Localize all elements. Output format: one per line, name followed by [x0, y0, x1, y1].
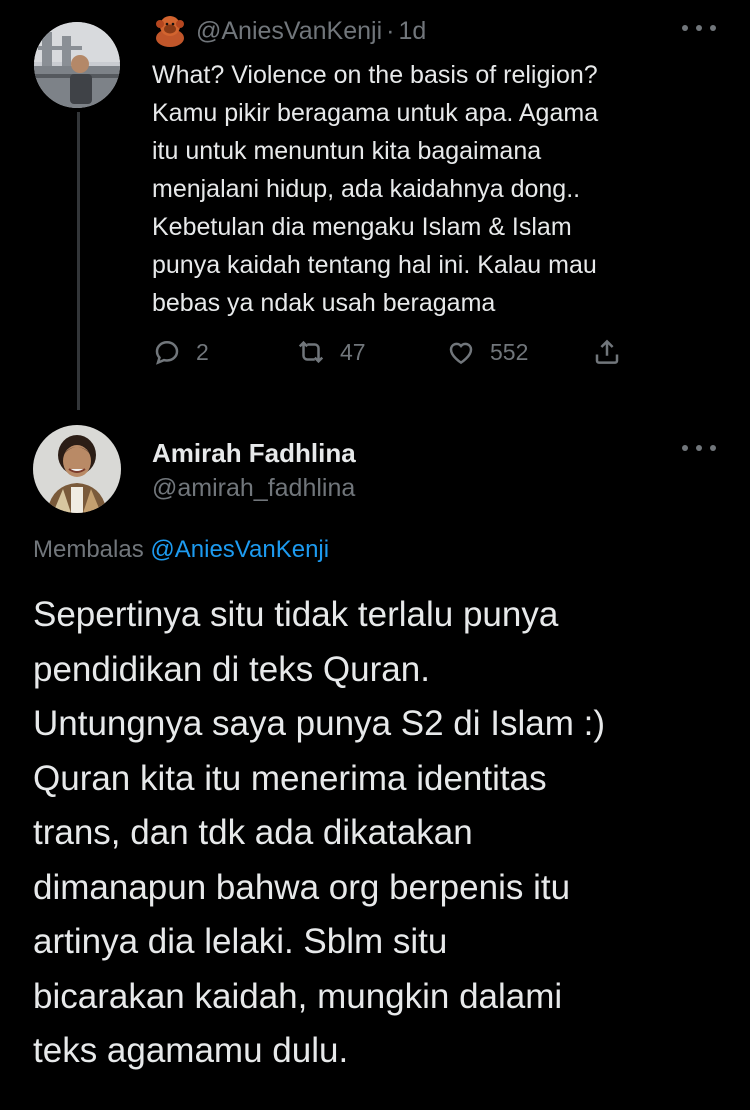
tweet-text-line: artinya dia lelaki. Sblm situ [33, 922, 448, 961]
like-button[interactable]: 552 [446, 330, 528, 374]
retweet-icon [298, 340, 324, 364]
share-icon [595, 339, 619, 364]
avatar[interactable] [34, 22, 120, 108]
reply-count: 2 [196, 338, 209, 365]
orangutan-emoji-icon [152, 14, 188, 48]
tweet-text-line: trans, dan tdk ada dikatakan [33, 813, 473, 852]
timestamp-separator: · [386, 16, 395, 45]
tweet-text-line: bebas ya ndak usah beragama [152, 289, 496, 317]
reply-button[interactable]: 2 [152, 330, 209, 374]
tweet-text-line: Untungnya saya punya S2 di Islam :) [33, 704, 605, 743]
reply-icon [155, 340, 179, 365]
user-handle[interactable]: @amirah_fadhlina [152, 470, 356, 506]
parent-action-bar: 2 47 552 [152, 330, 632, 374]
thread-connector-line [77, 112, 80, 410]
parent-tweet-text: What? Violence on the basis of religion?… [152, 56, 712, 322]
tweet-text-line: Kebetulan dia mengaku Islam & Islam [152, 213, 572, 241]
tweet-text-line: Sepertinya situ tidak terlalu punya [33, 595, 559, 634]
avatar[interactable] [33, 425, 121, 513]
tweet-text-line: What? Violence on the basis of religion? [152, 61, 598, 89]
tweet-text-line: menjalani hidup, ada kaidahnya dong.. [152, 175, 581, 203]
tweet-thread-view: @AniesVanKenji · 1d What? Violence on th… [0, 0, 750, 1110]
reply-prefix: Membalas [33, 536, 144, 563]
heart-icon [449, 342, 473, 365]
avatar-photo-main [33, 425, 121, 513]
reply-mention-link[interactable]: @AniesVanKenji [150, 536, 329, 563]
more-icon [682, 436, 716, 460]
tweet-text-line: itu untuk menuntun kita bagaimana [152, 137, 542, 165]
author-block[interactable]: Amirah Fadhlina @amirah_fadhlina [152, 436, 356, 506]
main-more-button[interactable] [682, 436, 716, 460]
parent-tweet-header: @AniesVanKenji · 1d [152, 12, 426, 50]
main-tweet-text: Sepertinya situ tidak terlalu punya pend… [33, 588, 723, 1079]
retweet-count: 47 [340, 338, 366, 365]
retweet-button[interactable]: 47 [296, 330, 366, 374]
avatar-photo-parent [34, 22, 120, 108]
tweet-text-line: punya kaidah tentang hal ini. Kalau mau [152, 251, 597, 279]
parent-handle[interactable]: @AniesVanKenji [196, 17, 382, 46]
tweet-text-line: Quran kita itu menerima identitas [33, 758, 547, 798]
tweet-text-line: dimanapun bahwa org berpenis itu [33, 867, 571, 907]
tweet-text-line: pendidikan di teks Quran. [33, 649, 430, 689]
share-button[interactable] [592, 330, 622, 374]
like-count: 552 [490, 338, 529, 365]
more-icon [682, 16, 716, 40]
parent-timestamp[interactable]: 1d [398, 17, 426, 46]
tweet-text-line: teks agamamu dulu. [33, 1031, 349, 1070]
tweet-text-line: Kamu pikir beragama untuk apa. Agama [152, 99, 599, 127]
display-name[interactable]: Amirah Fadhlina [152, 436, 356, 470]
tweet-text-line: bicarakan kaidah, mungkin dalami [33, 976, 563, 1016]
reply-context: Membalas @AniesVanKenji [33, 536, 329, 564]
parent-more-button[interactable] [682, 16, 716, 40]
